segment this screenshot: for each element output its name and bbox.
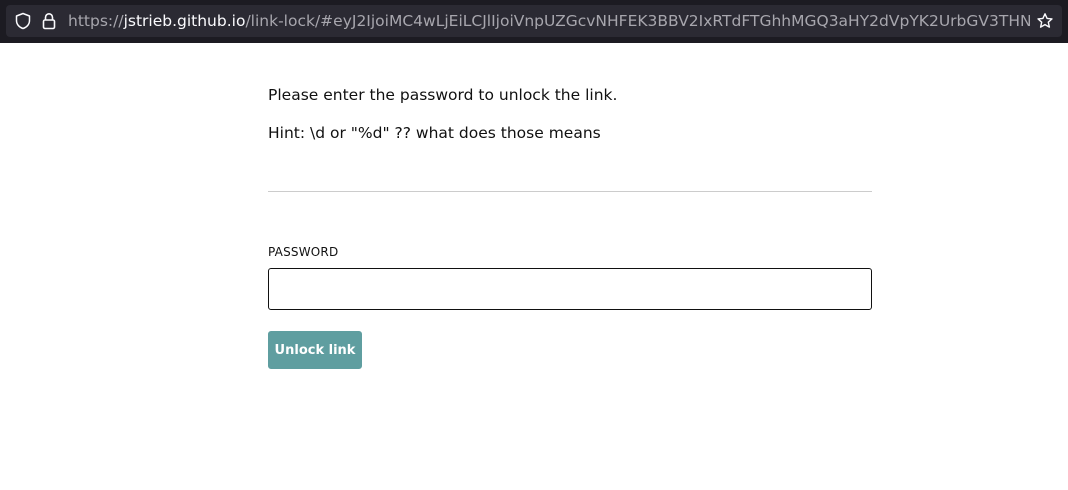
password-input[interactable] — [268, 268, 872, 310]
shield-icon[interactable] — [14, 12, 32, 30]
url-scheme: https:// — [68, 12, 124, 30]
star-icon[interactable] — [1036, 12, 1054, 30]
unlock-link-button[interactable]: Unlock link — [268, 331, 362, 369]
lock-icon[interactable] — [42, 12, 56, 30]
hint-text: Hint: \d or "%d" ?? what does those mean… — [268, 124, 601, 142]
url-text[interactable]: https://jstrieb.github.io/link-lock/#eyJ… — [68, 5, 1030, 37]
password-label: PASSWORD — [268, 245, 339, 259]
instruction-text: Please enter the password to unlock the … — [268, 86, 618, 104]
address-bar[interactable]: https://jstrieb.github.io/link-lock/#eyJ… — [6, 5, 1062, 37]
divider — [268, 191, 872, 192]
browser-toolbar: https://jstrieb.github.io/link-lock/#eyJ… — [0, 0, 1068, 43]
url-path: /link-lock/#eyJ2IjoiMC4wLjEiLCJlIjoiVnpU… — [245, 12, 1030, 30]
url-host: jstrieb.github.io — [123, 12, 246, 30]
